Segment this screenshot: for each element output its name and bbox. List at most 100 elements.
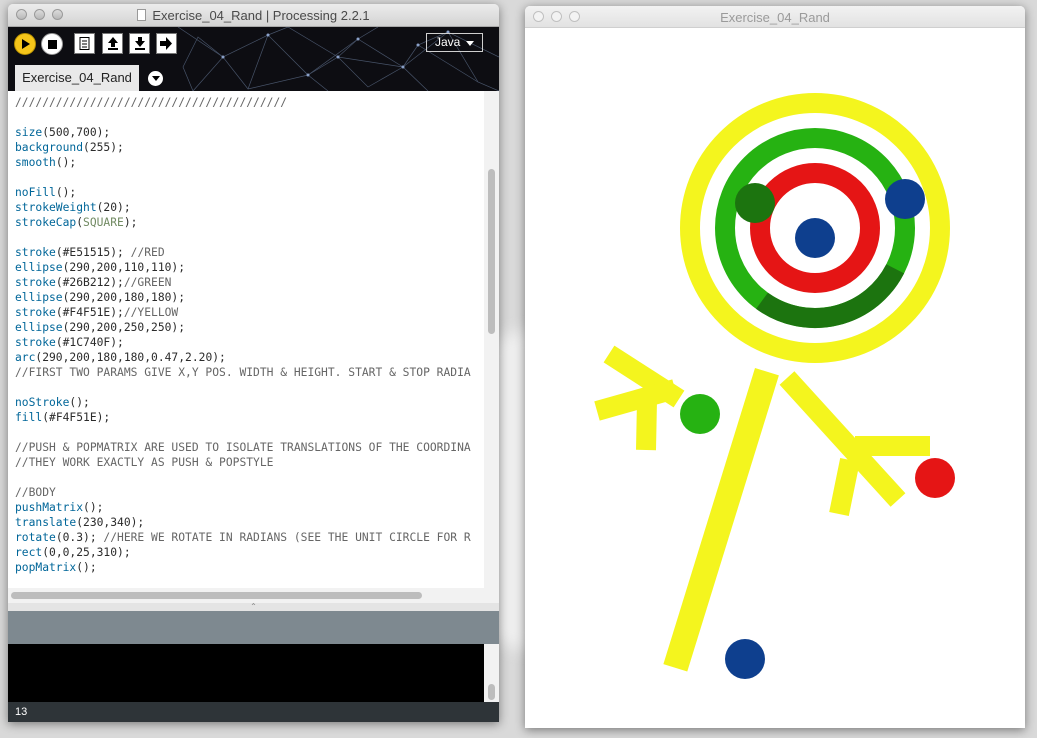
code-token: rect [15, 546, 43, 559]
code-token: rotate [15, 531, 56, 544]
code-token: (); [55, 156, 77, 169]
code-line: //PUSH & POPMATRIX ARE USED TO ISOLATE T… [15, 440, 484, 455]
chevron-down-icon [151, 76, 160, 81]
stop-button[interactable] [41, 33, 63, 55]
code-token: popMatrix [15, 561, 77, 574]
editor-horizontal-scroll-thumb[interactable] [11, 592, 422, 599]
code-token: (230,340); [76, 516, 145, 529]
mode-selector[interactable]: Java [426, 33, 483, 52]
code-line: stroke(#F4F51E);//YELLOW [15, 305, 484, 320]
sketch-window: Exercise_04_Rand [525, 6, 1025, 728]
code-token: //RED [130, 246, 165, 259]
code-token: (290,200,250,250); [62, 321, 186, 334]
code-token: noFill [15, 186, 56, 199]
code-token: (290,200,180,180); [62, 291, 186, 304]
code-line: background(255); [15, 140, 484, 155]
code-token: //YELLOW [123, 306, 179, 319]
code-token: stroke [15, 336, 56, 349]
console-scroll-thumb[interactable] [488, 684, 495, 700]
open-button[interactable] [102, 33, 123, 54]
code-line: ellipse(290,200,180,180); [15, 290, 484, 305]
code-line: translate(230,340); [15, 515, 484, 530]
code-line: //BODY [15, 485, 484, 500]
code-token: (290,200,110,110); [62, 261, 186, 274]
code-token: size [15, 126, 43, 139]
dot-blue-center [795, 218, 835, 258]
save-button[interactable] [129, 33, 150, 54]
code-token: //THEY WORK EXACTLY AS PUSH & POPSTYLE [15, 456, 274, 469]
code-token: ellipse [15, 321, 63, 334]
export-icon [160, 37, 172, 50]
code-token: (); [55, 186, 77, 199]
code-token: //BODY [15, 486, 56, 499]
code-line: fill(#F4F51E); [15, 410, 484, 425]
code-token: (0,0,25,310); [42, 546, 131, 559]
dot-green [680, 394, 720, 434]
code-token: ( [76, 216, 84, 229]
code-line: arc(290,200,180,180,0.47,2.20); [15, 350, 484, 365]
code-token: (500,700); [42, 126, 111, 139]
code-line: strokeCap(SQUARE); [15, 215, 484, 230]
console-output[interactable] [8, 644, 484, 702]
code-line: //////////////////////////////////////// [15, 95, 484, 110]
dot-blue-bottom [725, 639, 765, 679]
code-line: ellipse(290,200,250,250); [15, 320, 484, 335]
code-line: stroke(#1C740F); [15, 335, 484, 350]
stop-icon [47, 39, 57, 49]
save-icon [134, 37, 145, 50]
export-button[interactable] [156, 33, 177, 54]
code-token: //FIRST TWO PARAMS GIVE X,Y POS. WIDTH &… [15, 366, 471, 379]
editor-vertical-scroll-thumb[interactable] [488, 169, 495, 334]
run-button[interactable] [14, 33, 36, 55]
sketch-window-title: Exercise_04_Rand [720, 10, 830, 25]
code-token: strokeCap [15, 216, 77, 229]
line-number-status: 13 [8, 702, 499, 722]
code-text[interactable]: ////////////////////////////////////////… [8, 91, 484, 575]
code-line: //THEY WORK EXACTLY AS PUSH & POPSTYLE [15, 455, 484, 470]
code-token: strokeWeight [15, 201, 97, 214]
message-area [8, 611, 499, 644]
code-token: (#1C740F); [55, 336, 124, 349]
ide-toolbar: Java Exercise_04_Rand [8, 27, 499, 91]
tab-menu-button[interactable] [148, 71, 163, 86]
code-token: background [15, 141, 84, 154]
play-icon [22, 39, 30, 49]
code-line: stroke(#E51515); //RED [15, 245, 484, 260]
code-token: translate [15, 516, 77, 529]
code-line: size(500,700); [15, 125, 484, 140]
code-token: (#26B212); [55, 276, 124, 289]
code-line: popMatrix(); [15, 560, 484, 575]
code-line: smooth(); [15, 155, 484, 170]
code-editor[interactable]: ////////////////////////////////////////… [8, 91, 484, 588]
tab-exercise-04-rand[interactable]: Exercise_04_Rand [15, 65, 139, 91]
code-line: strokeWeight(20); [15, 200, 484, 215]
code-token: pushMatrix [15, 501, 84, 514]
code-line: noStroke(); [15, 395, 484, 410]
code-token: //////////////////////////////////////// [15, 96, 288, 109]
code-token: (); [69, 396, 90, 409]
code-token: (); [83, 501, 104, 514]
code-line: rect(0,0,25,310); [15, 545, 484, 560]
dot-blue-upper-right [885, 179, 925, 219]
code-token: stroke [15, 246, 56, 259]
ide-window-title: Exercise_04_Rand | Processing 2.2.1 [8, 8, 499, 23]
ide-titlebar[interactable]: Exercise_04_Rand | Processing 2.2.1 [8, 4, 499, 27]
dot-red [915, 458, 955, 498]
code-token: noStroke [15, 396, 70, 409]
code-token: ); [123, 216, 138, 229]
sketch-titlebar[interactable]: Exercise_04_Rand [525, 6, 1025, 28]
new-button[interactable] [74, 33, 95, 54]
code-line: pushMatrix(); [15, 500, 484, 515]
editor-console-divider[interactable]: ⌃ [8, 603, 499, 611]
figure-right-arm [779, 371, 930, 516]
code-token: stroke [15, 276, 56, 289]
code-token: //GREEN [123, 276, 172, 289]
code-line: noFill(); [15, 185, 484, 200]
processing-ide-window: Exercise_04_Rand | Processing 2.2.1 Java… [8, 4, 499, 722]
editor-vertical-scrollbar[interactable] [484, 91, 499, 588]
code-line: stroke(#26B212);//GREEN [15, 275, 484, 290]
